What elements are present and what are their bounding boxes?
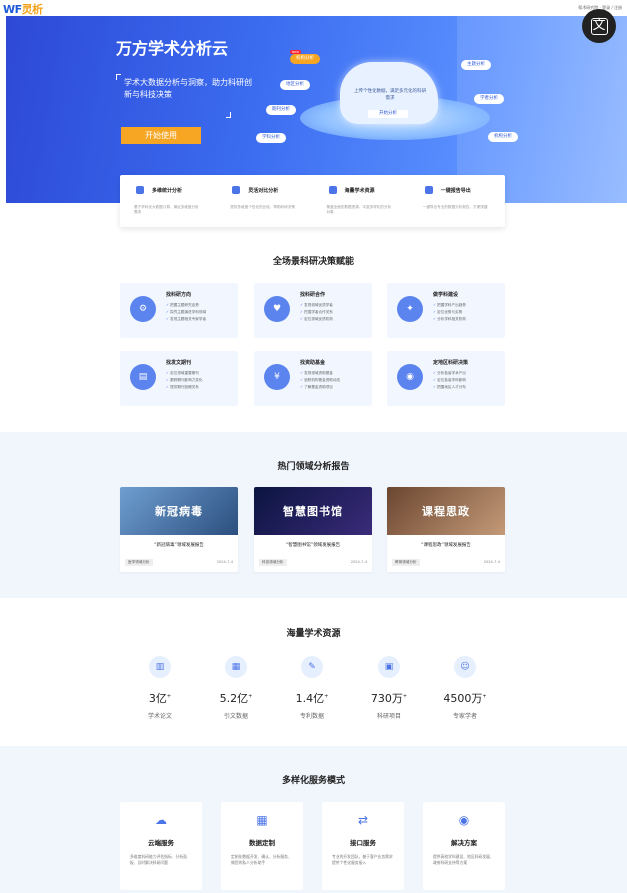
- tag-institution[interactable]: 机构分析: [488, 132, 518, 142]
- cloud-text: 上传个性化数据，满足多元化的科研需求: [354, 89, 426, 101]
- tag-org[interactable]: 机构分析: [290, 54, 320, 64]
- stats-icon: [136, 186, 144, 194]
- api-icon: ⇄: [357, 813, 369, 827]
- feature-bar: 多维统计分析 基于学科优大数据计算，满足多维度分析需求 灵活对比分析 提供多维度…: [120, 175, 505, 227]
- services-section: [0, 746, 627, 893]
- service-card[interactable]: ▦ 数据定制 定制化数据开发、确认、分析服务、做您的私人分析助手: [221, 802, 303, 890]
- scenario-card[interactable]: ¥ 找资助基金 发现领域资助基金追踪机构基金资助动态了解基金资助项目: [254, 351, 372, 406]
- project-icon: ▣: [378, 656, 400, 678]
- cloud-analyze-button[interactable]: 开始分析: [368, 110, 408, 118]
- region-icon: ◉: [397, 364, 423, 390]
- scenario-card[interactable]: ▤ 找发文期刊 定位领域重要期刊跟踪期刊影响力变化提供期刊投稿关系: [120, 351, 238, 406]
- scenario-card[interactable]: ♥ 找科研合作 发现领域优质学者挖掘学者合作关系定位领域优质机构: [254, 283, 372, 338]
- resource-item: ▥ 3亿+ 学术论文: [120, 656, 200, 720]
- resource-item: ▦ 5.2亿+ 引文数据: [196, 656, 276, 720]
- top-bar: WF灵析 帮术研究院 · 登录 / 注册: [0, 0, 627, 16]
- feature-item[interactable]: 海量学术资源 覆盖全面的数据资源，丰富多样化的分析对象: [313, 175, 409, 227]
- tag-journal[interactable]: 期刊分析: [266, 105, 296, 115]
- tag-topic[interactable]: 主题分析: [461, 60, 491, 70]
- book-icon: ▥: [149, 656, 171, 678]
- tag-region[interactable]: 地区分析: [280, 80, 310, 90]
- section-title-services: 多样化服务模式: [281, 776, 345, 786]
- hero-title: 万方学术分析云: [116, 39, 229, 58]
- feature-item[interactable]: 多维统计分析 基于学科优大数据计算，满足多维度分析需求: [120, 175, 216, 227]
- section-title-reports: 热门领域分析报告: [277, 462, 350, 472]
- report-card[interactable]: 智慧图书馆 “智慧图书馆”领域发展报告 科技领域分析 2024-7-4: [254, 487, 372, 572]
- service-card[interactable]: ◉ 解决方案 提供高校学科建设、地区科研发展、政府科研支持等方案: [423, 802, 505, 890]
- tag-scholar[interactable]: 学者分析: [474, 94, 504, 104]
- patent-icon: ✎: [301, 656, 323, 678]
- resource-item: ▣ 730万+ 科研项目: [349, 656, 429, 720]
- journal-icon: ▤: [130, 364, 156, 390]
- solution-icon: ◉: [458, 813, 470, 827]
- feature-item[interactable]: 一键报告导出 一键导出专业的数据分析报告，方便快捷: [409, 175, 505, 227]
- report-image: 课程思政: [387, 487, 505, 535]
- report-image: 智慧图书馆: [254, 487, 372, 535]
- cooperation-icon: ♥: [264, 296, 290, 322]
- data-custom-icon: ▦: [256, 813, 268, 827]
- database-icon: [328, 186, 337, 194]
- fund-icon: ¥: [264, 364, 290, 390]
- service-card[interactable]: ☁ 云端服务 多维度科研能力评估指标、分析面板、及时解决科研问题: [120, 802, 202, 890]
- cloud-service-icon: ☁: [155, 813, 167, 827]
- scenario-card[interactable]: ✦ 做学科建设 把握学科产出趋势定位优势与劣势分析学科相关机构: [387, 283, 505, 338]
- scenario-card[interactable]: ◉ 定地区科研决策 分析各省学术产出定位各省学科影响把握地区人才分布: [387, 351, 505, 406]
- resource-item: ☺ 4500万+ 专家学者: [425, 656, 505, 720]
- logo[interactable]: WF灵析: [3, 1, 43, 17]
- compare-icon: [232, 186, 241, 194]
- direction-icon: ⚙: [130, 296, 156, 322]
- resource-item: ✎ 1.4亿+ 专利数据: [272, 656, 352, 720]
- export-icon: [424, 186, 433, 194]
- hero-subtitle: 学术大数据分析与洞察，助力科研创新与科技决策: [124, 78, 252, 99]
- section-title-scenarios: 全场景科研决策赋能: [272, 257, 354, 267]
- bracket-left: [116, 74, 121, 80]
- feature-item[interactable]: 灵活对比分析 提供多维度个性化的比较，帮助科研决策: [216, 175, 312, 227]
- scholar-icon: ☺: [454, 656, 476, 678]
- discipline-icon: ✦: [397, 296, 423, 322]
- translate-icon: 文: [590, 17, 608, 35]
- start-button[interactable]: 开始使用: [121, 127, 201, 144]
- translate-button[interactable]: 文: [582, 9, 616, 43]
- section-title-resources: 海量学术资源: [286, 629, 341, 639]
- bracket-right: [226, 112, 231, 118]
- report-card[interactable]: 课程思政 “课程思政”领域发展报告 教育领域分析 2024-7-4: [387, 487, 505, 572]
- report-image: 新冠病毒: [120, 487, 238, 535]
- tag-subject[interactable]: 学科分析: [256, 133, 286, 143]
- report-card[interactable]: 新冠病毒 “新冠病毒”领域发展报告 医学领域分析 2024-7-4: [120, 487, 238, 572]
- scenario-card[interactable]: ⚙ 找科研方向 把握主题研究走势探究主题演进学科领域发现主题相关专家学者: [120, 283, 238, 338]
- service-card[interactable]: ⇄ 接口服务 专业的开发团队，基于客户业务需求提供个性化服务接入: [322, 802, 404, 890]
- chart-icon: ▦: [225, 656, 247, 678]
